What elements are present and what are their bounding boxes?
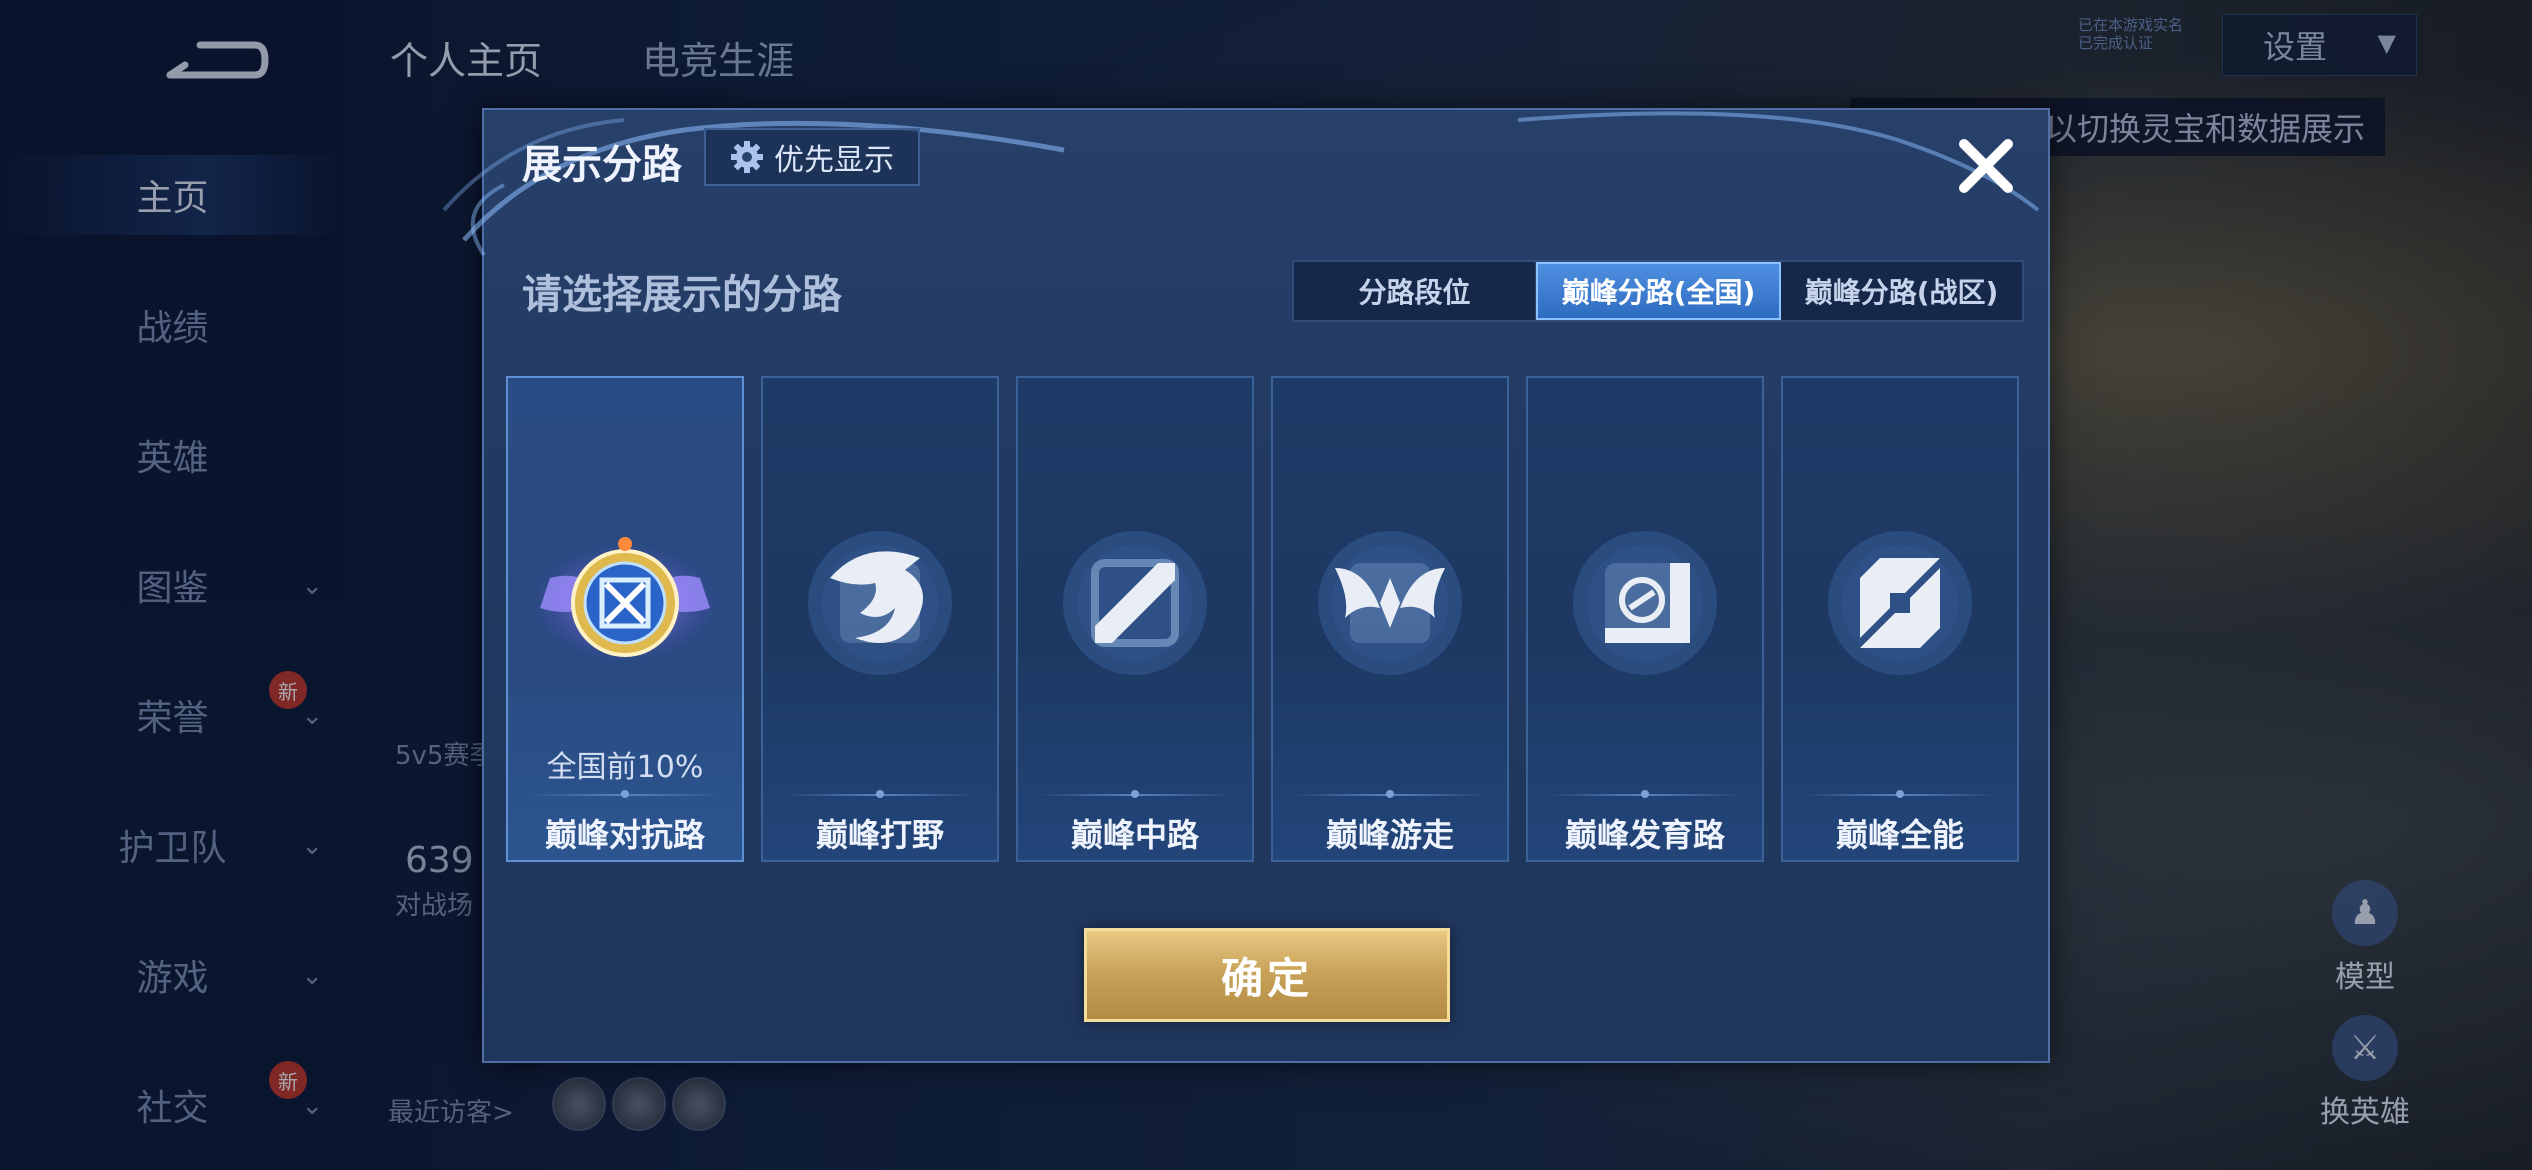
lane-name: 巅峰打野 — [815, 816, 944, 854]
segment-tab[interactable]: 巅峰分路(战区) — [1781, 262, 2022, 320]
close-icon — [1959, 139, 2013, 193]
diamond-frame-icon — [1828, 531, 1972, 675]
lane-card[interactable]: 巅峰发育路 — [1526, 376, 1764, 862]
lane-name: 巅峰对抗路 — [544, 816, 705, 854]
lane-name: 巅峰发育路 — [1564, 816, 1725, 854]
sword-emblem-icon — [530, 537, 720, 663]
divider — [1038, 790, 1232, 798]
lane-name: 巅峰全能 — [1835, 816, 1964, 854]
dragon-icon — [808, 531, 952, 675]
lane-name: 巅峰游走 — [1325, 816, 1454, 854]
lane-card[interactable]: 巅峰游走 — [1271, 376, 1509, 862]
lane-display-dialog: 展示分路 优先显示 请选择展示的分路 分路段位 巅峰分路(全国) 巅峰分路(战区) … — [442, 108, 2050, 1063]
target-corner-icon — [1573, 531, 1717, 675]
slash-icon — [1063, 531, 1207, 675]
lane-card[interactable]: 巅峰中路 — [1016, 376, 1254, 862]
lane-type-segmented-control: 分路段位 巅峰分路(全国) 巅峰分路(战区) — [1292, 260, 2024, 322]
close-button[interactable] — [1946, 126, 2026, 206]
divider — [783, 790, 977, 798]
segment-tab[interactable]: 分路段位 — [1294, 262, 1536, 320]
rank-percentile: 全国前10% — [546, 750, 704, 785]
divider — [528, 790, 722, 798]
lane-card[interactable]: 巅峰全能 — [1781, 376, 2019, 862]
priority-label: 优先显示 — [774, 143, 894, 178]
divider — [1548, 790, 1742, 798]
select-prompt: 请选择展示的分路 — [522, 272, 842, 318]
lane-card[interactable]: 巅峰打野 — [761, 376, 999, 862]
dialog-title: 展示分路 — [522, 142, 682, 188]
priority-display-button[interactable]: 优先显示 — [704, 128, 920, 186]
divider — [1293, 790, 1487, 798]
segment-tab[interactable]: 巅峰分路(全国) — [1536, 262, 1781, 320]
gear-icon — [731, 141, 763, 173]
lane-name: 巅峰中路 — [1070, 816, 1199, 854]
divider — [1803, 790, 1997, 798]
wings-icon — [1318, 531, 1462, 675]
confirm-button[interactable]: 确定 — [1084, 928, 1450, 1022]
lane-card[interactable]: 全国前10% 巅峰对抗路 — [506, 376, 744, 862]
